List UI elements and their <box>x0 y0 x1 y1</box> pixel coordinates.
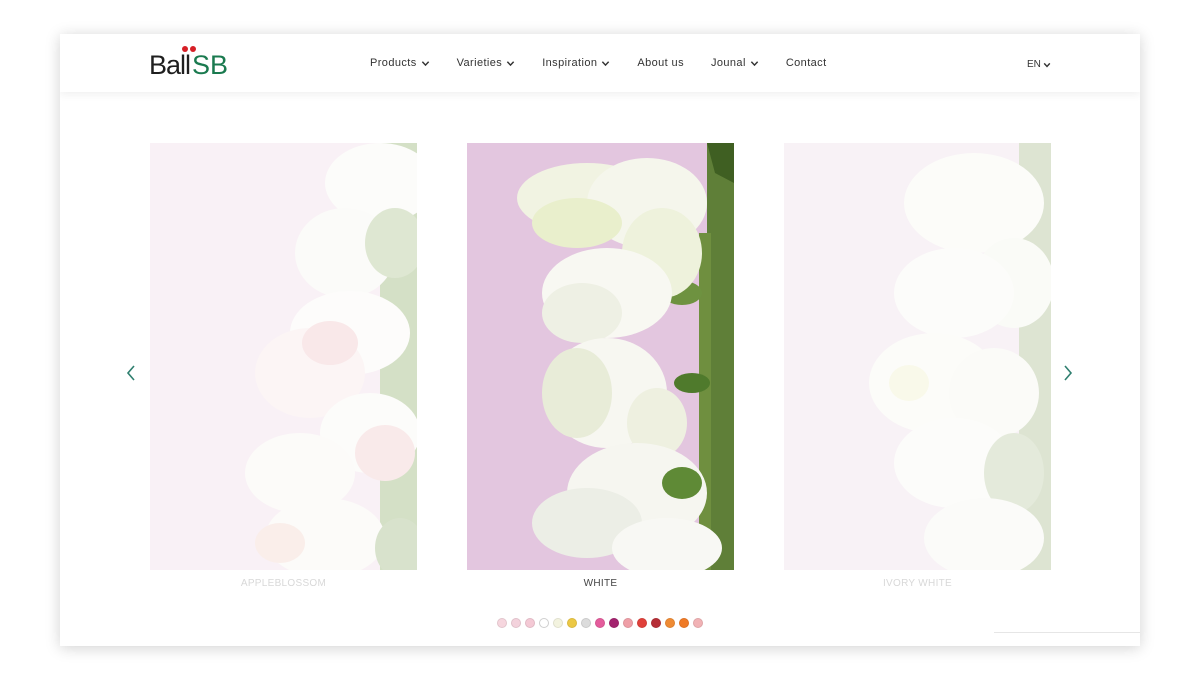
chevron-right-icon <box>1064 365 1073 381</box>
browser-viewport: Ball SB Products Varieties Inspiration A… <box>60 34 1140 646</box>
slide-caption: IVORY WHITE <box>882 578 953 589</box>
slide-caption: WHITE <box>583 578 618 589</box>
variety-slide-ivory-white[interactable] <box>784 143 1051 570</box>
color-dot[interactable] <box>595 618 605 628</box>
nav-item-about-us[interactable]: About us <box>637 57 684 69</box>
slide-caption: APPLEBLOSSOM <box>240 578 327 589</box>
nav-item-journal[interactable]: Jounal <box>711 57 759 69</box>
main-nav: Products Varieties Inspiration About us … <box>370 34 854 92</box>
chevron-down-icon <box>1043 62 1051 68</box>
carousel-next-button[interactable] <box>1061 362 1075 384</box>
inactive-slide-overlay <box>150 143 417 570</box>
color-dot[interactable] <box>609 618 619 628</box>
nav-item-inspiration[interactable]: Inspiration <box>542 57 610 69</box>
site-header: Ball SB Products Varieties Inspiration A… <box>60 34 1140 92</box>
flower-photo <box>467 143 734 570</box>
chevron-down-icon <box>602 60 610 66</box>
nav-item-label: Varieties <box>456 57 503 69</box>
nav-item-label: Contact <box>785 57 827 69</box>
nav-item-contact[interactable]: Contact <box>786 57 827 69</box>
nav-item-products[interactable]: Products <box>370 57 430 69</box>
color-dot[interactable] <box>567 618 577 628</box>
color-dot[interactable] <box>539 618 549 628</box>
color-dot[interactable] <box>623 618 633 628</box>
divider <box>994 632 1140 633</box>
nav-item-label: Jounal <box>710 57 746 69</box>
color-dot[interactable] <box>525 618 535 628</box>
color-dot[interactable] <box>693 618 703 628</box>
logo-text-sb: SB <box>192 50 229 80</box>
color-dot[interactable] <box>581 618 591 628</box>
carousel-prev-button[interactable] <box>124 362 138 384</box>
nav-item-varieties[interactable]: Varieties <box>457 57 516 69</box>
color-dot[interactable] <box>665 618 675 628</box>
logo-red-dot <box>190 46 196 52</box>
chevron-down-icon <box>507 60 515 66</box>
chevron-down-icon <box>750 60 758 66</box>
language-selector[interactable]: EN <box>1027 59 1051 70</box>
variety-slide-white[interactable] <box>467 143 734 570</box>
nav-item-label: About us <box>637 57 684 69</box>
language-label: EN <box>1027 59 1041 70</box>
nav-item-label: Inspiration <box>542 57 598 69</box>
nav-item-label: Products <box>370 57 417 69</box>
color-dot[interactable] <box>511 618 521 628</box>
variety-slide-appleblossom[interactable] <box>150 143 417 570</box>
logo-text-ball: Ball <box>149 50 191 80</box>
logo-red-dot <box>182 46 188 52</box>
chevron-down-icon <box>421 60 429 66</box>
chevron-left-icon <box>126 365 135 381</box>
color-dot[interactable] <box>679 618 689 628</box>
color-filter-dots <box>497 618 707 628</box>
color-dot[interactable] <box>497 618 507 628</box>
ball-sb-logo[interactable]: Ball SB <box>149 46 229 80</box>
color-dot[interactable] <box>637 618 647 628</box>
color-dot[interactable] <box>553 618 563 628</box>
color-dot[interactable] <box>651 618 661 628</box>
inactive-slide-overlay <box>784 143 1051 570</box>
